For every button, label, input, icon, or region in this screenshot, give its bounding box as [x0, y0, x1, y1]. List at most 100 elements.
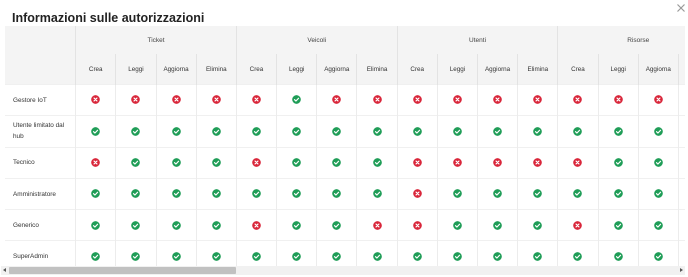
permission-cell	[155, 209, 197, 241]
horizontal-scrollbar[interactable]	[1, 266, 685, 275]
x-circle-icon	[131, 95, 141, 105]
check-circle-icon	[453, 126, 462, 136]
permission-cell	[75, 209, 116, 241]
permission-cell	[115, 209, 156, 241]
check-circle-icon	[573, 252, 583, 261]
permission-cell	[75, 240, 116, 266]
group-header: Veicoli	[235, 26, 398, 54]
permission-cell	[235, 83, 277, 116]
permission-cell	[597, 115, 639, 148]
permission-cell	[436, 240, 478, 266]
permission-header: Crea	[396, 54, 438, 85]
check-circle-icon	[533, 220, 543, 230]
permission-header: Elimina	[356, 54, 398, 85]
permission-cell	[115, 83, 156, 116]
group-header-row: Ticket Veicoli Utenti Risorse	[5, 26, 685, 54]
permission-cell	[75, 83, 116, 116]
permission-cell	[276, 115, 317, 148]
permission-cell	[316, 83, 357, 116]
check-circle-icon	[131, 220, 141, 230]
check-circle-icon	[654, 252, 663, 261]
close-icon[interactable]	[676, 3, 686, 13]
check-circle-icon	[91, 220, 101, 230]
permission-cell	[436, 115, 478, 148]
check-circle-icon	[412, 126, 422, 136]
scroll-right-arrow-icon[interactable]	[680, 268, 683, 272]
x-circle-icon	[91, 158, 101, 167]
check-circle-icon	[292, 95, 301, 105]
x-circle-icon	[332, 95, 342, 105]
permission-cell	[155, 83, 197, 116]
role-label: Amministratore	[5, 177, 76, 210]
x-circle-icon	[252, 95, 261, 105]
permission-cell	[195, 83, 237, 116]
group-header: Risorse	[557, 26, 685, 54]
x-circle-icon	[412, 95, 422, 105]
permission-cell	[356, 115, 398, 148]
check-circle-icon	[131, 252, 141, 261]
permission-cell	[316, 240, 357, 266]
x-circle-icon	[654, 95, 663, 105]
permission-cell	[637, 83, 679, 116]
table-row: Tecnico	[5, 146, 685, 179]
permission-cell	[276, 146, 317, 179]
permission-header: Leggi	[115, 54, 156, 85]
check-circle-icon	[372, 252, 382, 261]
permission-cell	[115, 177, 156, 210]
scrollbar-thumb[interactable]	[9, 267, 236, 274]
check-circle-icon	[453, 189, 462, 199]
check-circle-icon	[573, 189, 583, 199]
table-row: SuperAdmin	[5, 240, 685, 266]
role-label: Utente limitato dal hub	[5, 115, 76, 148]
role-label: Gestore IoT	[5, 83, 76, 116]
permission-header: Elimina	[517, 54, 558, 85]
x-circle-icon	[573, 158, 583, 167]
permission-cell	[476, 115, 518, 148]
permission-cell	[597, 177, 639, 210]
permission-cell	[517, 146, 558, 179]
x-circle-icon	[453, 95, 462, 105]
check-circle-icon	[211, 220, 221, 230]
permission-cell	[517, 240, 558, 266]
permission-header: Crea	[75, 54, 116, 85]
check-circle-icon	[493, 220, 502, 230]
permission-cell	[356, 83, 398, 116]
check-circle-icon	[493, 126, 502, 136]
permission-cell	[677, 177, 685, 210]
check-circle-icon	[211, 252, 221, 261]
permission-cell	[436, 177, 478, 210]
permission-cell	[637, 146, 679, 179]
check-circle-icon	[332, 189, 342, 199]
permission-cell	[155, 177, 197, 210]
x-circle-icon	[573, 95, 583, 105]
permission-header: Aggiorna	[637, 54, 679, 85]
permission-header: Aggiorna	[476, 54, 518, 85]
permissions-table-container[interactable]: Ticket Veicoli Utenti Risorse Crea Leggi Aggi…	[5, 26, 685, 266]
check-circle-icon	[613, 126, 623, 136]
permission-cell	[517, 209, 558, 241]
check-circle-icon	[332, 126, 342, 136]
permission-cell	[597, 146, 639, 179]
permission-cell	[436, 146, 478, 179]
permission-header: Aggiorna	[155, 54, 197, 85]
permission-header: Elimina	[195, 54, 237, 85]
check-circle-icon	[573, 126, 583, 136]
scroll-left-arrow-icon[interactable]	[3, 268, 6, 272]
permission-cell	[517, 115, 558, 148]
permission-header: Elimina	[677, 54, 685, 85]
check-circle-icon	[332, 252, 342, 261]
permission-cell	[476, 209, 518, 241]
permission-header: Leggi	[276, 54, 317, 85]
x-circle-icon	[372, 220, 382, 230]
permission-cell	[557, 146, 599, 179]
check-circle-icon	[613, 158, 623, 167]
x-circle-icon	[533, 158, 543, 167]
permission-cell	[195, 177, 237, 210]
permission-cell	[115, 115, 156, 148]
permission-header: Leggi	[597, 54, 639, 85]
permission-cell	[637, 177, 679, 210]
x-circle-icon	[412, 189, 422, 199]
permission-cell	[316, 146, 357, 179]
dialog-title: Informazioni sulle autorizzazioni	[12, 11, 205, 25]
permission-cell	[396, 177, 438, 210]
